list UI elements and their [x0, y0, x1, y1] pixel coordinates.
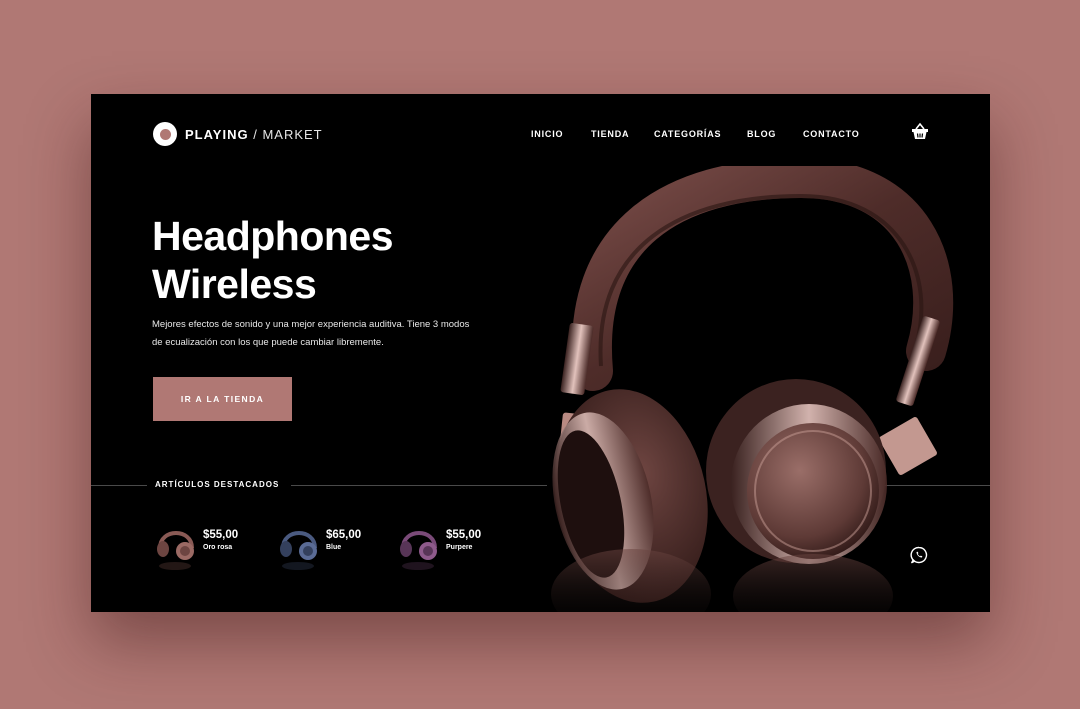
product-price: $65,00	[326, 529, 362, 541]
nav-link-blog[interactable]: BLOG	[747, 128, 776, 140]
product-price: $55,00	[203, 529, 239, 541]
main-nav: INICIO TIENDA CATEGORÍAS BLOG CONTACTO	[91, 128, 990, 140]
divider	[291, 485, 547, 486]
featured-product-blue[interactable]: $65,00 Blue	[276, 518, 361, 574]
nav-link-inicio[interactable]: INICIO	[531, 128, 563, 140]
product-price: $55,00	[446, 529, 482, 541]
shop-button[interactable]: IR A LA TIENDA	[153, 377, 292, 421]
product-name: Purpere	[446, 544, 473, 551]
featured-label: ARTÍCULOS DESTACADOS	[155, 480, 280, 489]
nav-link-categorias[interactable]: CATEGORÍAS	[654, 128, 721, 140]
headphones-thumb-icon	[157, 531, 194, 570]
hero-description: Mejores efectos de sonido y una mejor ex…	[152, 319, 470, 348]
landing-page-frame: PLAYING / MARKET INICIO TIENDA CATEGORÍA…	[91, 94, 990, 612]
headphones-thumb-icon	[280, 531, 317, 570]
nav-link-tienda[interactable]: TIENDA	[591, 128, 629, 140]
headphones-thumb-icon	[400, 531, 437, 570]
nav-link-contacto[interactable]: CONTACTO	[803, 128, 860, 140]
product-name: Oro rosa	[203, 544, 233, 551]
featured-product-oro-rosa[interactable]: $55,00 Oro rosa	[153, 518, 238, 574]
shopping-basket-icon[interactable]	[910, 122, 930, 142]
divider	[91, 485, 147, 486]
whatsapp-icon[interactable]	[910, 546, 928, 564]
hero-title: Headphones Wireless	[152, 213, 394, 307]
featured-product-purpere[interactable]: $55,00 Purpere	[396, 518, 481, 574]
product-name: Blue	[326, 544, 342, 551]
